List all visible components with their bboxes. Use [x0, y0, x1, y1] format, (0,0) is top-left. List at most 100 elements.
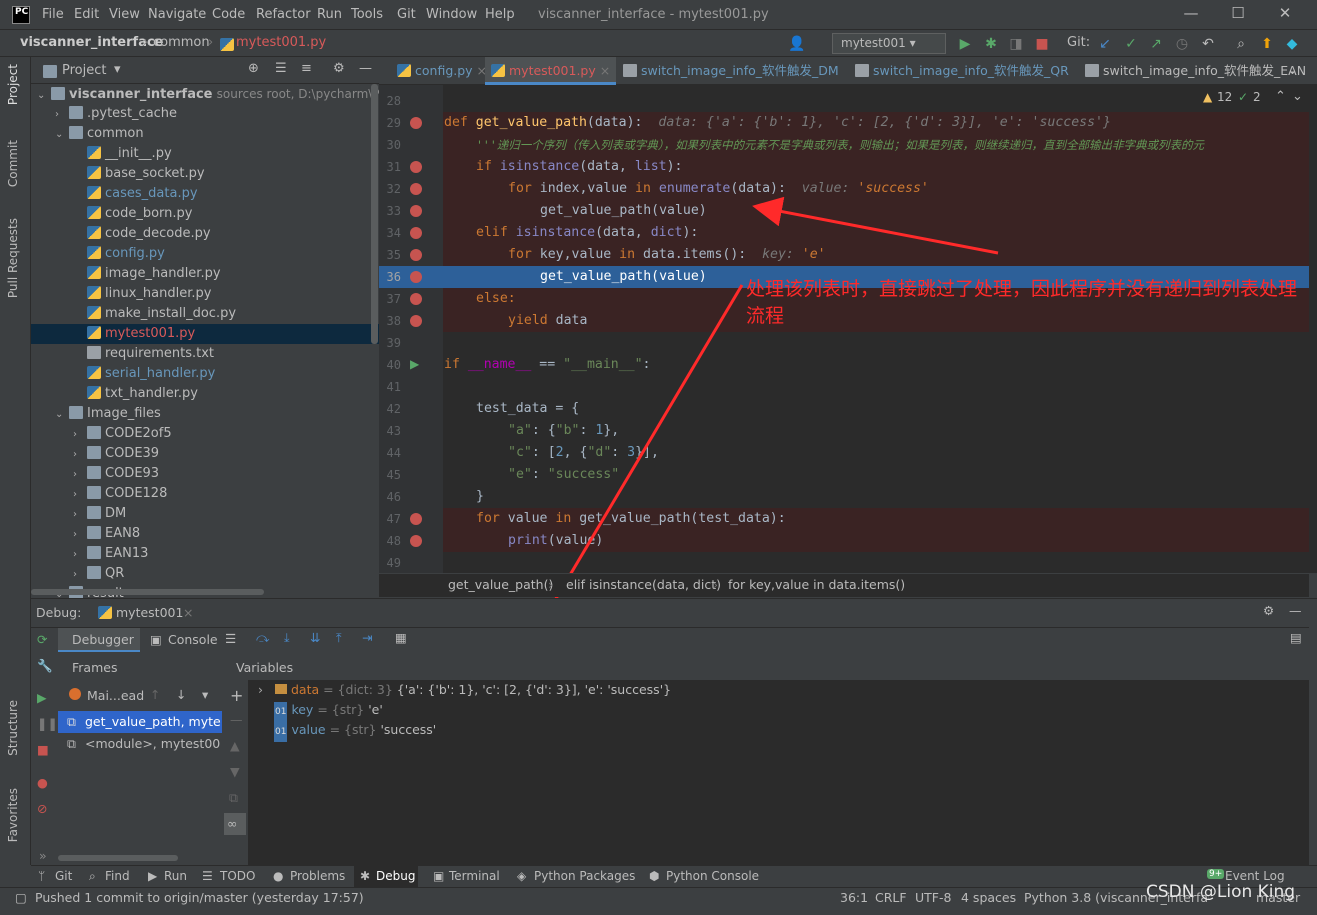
menu-view[interactable]: View	[109, 7, 140, 22]
breakpoint-icon[interactable]	[410, 183, 422, 195]
breakpoint-icon[interactable]	[410, 293, 422, 305]
debug-bug-icon[interactable]: ✱	[983, 36, 999, 52]
gear-icon[interactable]: ⚙	[1263, 603, 1274, 618]
locate-icon[interactable]: ⊕	[248, 61, 259, 76]
wrench-icon[interactable]: 🔧	[37, 658, 53, 674]
editor-breadcrumb-elif[interactable]: elif isinstance(data, dict)	[566, 577, 721, 592]
bottom-tab-debug[interactable]: Debug	[376, 869, 415, 883]
tab-list-chevron-icon[interactable]: ⌄	[1287, 63, 1298, 78]
resume-icon[interactable]: ▶	[37, 690, 47, 705]
editor-tab[interactable]: switch_image_info_软件触发_EAN	[1079, 57, 1312, 85]
tree-item[interactable]: › QR	[31, 564, 379, 584]
editor-breadcrumb-for[interactable]: for key,value in data.items()	[728, 577, 905, 592]
hide-icon[interactable]: —	[359, 61, 372, 76]
chevron-right-icon[interactable]: ›	[73, 525, 87, 545]
chevron-right-icon[interactable]: ›	[73, 425, 87, 445]
remove-watch-icon[interactable]: —	[230, 712, 243, 727]
menu-code[interactable]: Code	[212, 7, 245, 22]
menu-tools[interactable]: Tools	[351, 7, 383, 22]
step-into-icon[interactable]: ⤓	[284, 630, 290, 646]
status-line-separator[interactable]: CRLF	[875, 890, 907, 905]
debug-session-tab[interactable]: mytest001	[116, 605, 183, 620]
status-message[interactable]: Pushed 1 commit to origin/master (yester…	[35, 890, 364, 905]
tree-item[interactable]: __init__.py	[31, 144, 379, 164]
copy-icon[interactable]: ⧉	[229, 790, 238, 806]
status-position[interactable]: 36:1	[840, 890, 868, 905]
git-update-icon[interactable]: ↙	[1097, 36, 1113, 52]
expand-all-icon[interactable]: ☰	[275, 61, 287, 76]
close-icon[interactable]: ✕	[1274, 4, 1296, 24]
menu-navigate[interactable]: Navigate	[148, 7, 206, 22]
move-down-icon[interactable]: ▼	[230, 764, 240, 779]
bottom-tab-terminal[interactable]: Terminal	[449, 869, 500, 883]
arrow-down-icon[interactable]: ↓	[176, 687, 186, 702]
chevron-down-icon[interactable]: ⌄	[55, 405, 69, 425]
tree-item[interactable]: code_born.py	[31, 204, 379, 224]
tree-item[interactable]: mytest001.py	[31, 324, 379, 344]
tree-root[interactable]: ⌄ viscanner_interface sources root, D:\py…	[31, 84, 402, 104]
bottom-tab-find[interactable]: Find	[105, 869, 130, 883]
history-icon[interactable]: ◷	[1174, 36, 1190, 52]
rerun-icon[interactable]: ⟳	[37, 632, 47, 647]
step-out-icon[interactable]: ⤒	[336, 630, 342, 646]
breakpoint-icon[interactable]	[410, 205, 422, 217]
step-into-my-code-icon[interactable]: ⇊	[310, 630, 320, 645]
bottom-tab-problems[interactable]: Problems	[290, 869, 345, 883]
tree-item[interactable]: cases_data.py	[31, 184, 379, 204]
coverage-icon[interactable]: ◨	[1008, 36, 1024, 52]
breakpoint-icon[interactable]	[410, 227, 422, 239]
project-hscrollbar[interactable]	[31, 589, 264, 595]
tree-item[interactable]: image_handler.py	[31, 264, 379, 284]
arrow-up-icon[interactable]: ↑	[150, 687, 160, 702]
chevron-right-icon[interactable]: ›	[258, 682, 263, 697]
close-tab-icon[interactable]: ×	[183, 605, 193, 620]
gear-icon[interactable]: ⚙	[333, 61, 345, 76]
tree-item[interactable]: config.py	[31, 244, 379, 264]
chevron-right-icon[interactable]: ›	[73, 445, 87, 465]
tab-project[interactable]: Project	[6, 64, 20, 105]
run-icon[interactable]: ▶	[957, 36, 973, 52]
tree-item[interactable]: serial_handler.py	[31, 364, 379, 384]
menu-window[interactable]: Window	[426, 7, 477, 22]
editor-tab[interactable]: config.py ×	[391, 57, 493, 85]
thread-select[interactable]: Mai...ead	[87, 688, 144, 703]
tree-item[interactable]: base_socket.py	[31, 164, 379, 184]
mute-breakpoints-icon[interactable]: ⊘	[37, 801, 47, 816]
tab-favorites[interactable]: Favorites	[6, 788, 20, 842]
more-icon[interactable]: »	[39, 848, 47, 863]
git-push-icon[interactable]: ↗	[1148, 36, 1164, 52]
chevron-down-icon[interactable]: ⌄	[1292, 89, 1303, 104]
breakpoint-icon[interactable]	[410, 117, 422, 129]
error-stripe[interactable]	[1309, 85, 1317, 573]
chevron-right-icon[interactable]: ›	[73, 465, 87, 485]
editor-breadcrumb-function[interactable]: get_value_path()	[448, 577, 553, 592]
status-indent[interactable]: 4 spaces	[961, 890, 1016, 905]
view-breakpoints-icon[interactable]: ●	[37, 775, 48, 790]
chevron-down-icon[interactable]: ▾	[114, 62, 121, 77]
tree-item[interactable]: › EAN13	[31, 544, 379, 564]
menu-run[interactable]: Run	[317, 7, 342, 22]
bottom-tab-git[interactable]: Git	[55, 869, 72, 883]
menu-file[interactable]: File	[42, 7, 64, 22]
tree-item[interactable]: make_install_doc.py	[31, 304, 379, 324]
breakpoint-icon[interactable]	[410, 249, 422, 261]
minimize-icon[interactable]: —	[1180, 4, 1202, 24]
search-icon[interactable]: ⌕	[1233, 36, 1249, 52]
stop-icon[interactable]: ■	[1034, 36, 1050, 52]
menu-edit[interactable]: Edit	[74, 7, 99, 22]
chevron-right-icon[interactable]: ›	[73, 505, 87, 525]
glasses-icon[interactable]: ∞	[227, 816, 237, 831]
add-watch-icon[interactable]: +	[230, 686, 243, 705]
stop-icon[interactable]: ■	[37, 742, 49, 757]
menu-lines-icon[interactable]: ☰	[225, 631, 236, 646]
run-gutter-icon[interactable]: ▶	[410, 357, 419, 371]
breakpoint-icon[interactable]	[410, 513, 422, 525]
variable-row[interactable]: 01 key = {str} 'e'	[258, 700, 383, 722]
git-commit-icon[interactable]: ✓	[1123, 36, 1139, 52]
step-over-icon[interactable]: ⤼	[256, 630, 269, 646]
variable-row[interactable]: › data = {dict: 3} {'a': {'b': 1}, 'c': …	[258, 680, 671, 700]
run-to-cursor-icon[interactable]: ⇥	[362, 630, 372, 645]
tree-item[interactable]: › CODE39	[31, 444, 379, 464]
breakpoint-icon[interactable]	[410, 315, 422, 327]
layout-icon[interactable]: ▤	[1290, 630, 1302, 645]
